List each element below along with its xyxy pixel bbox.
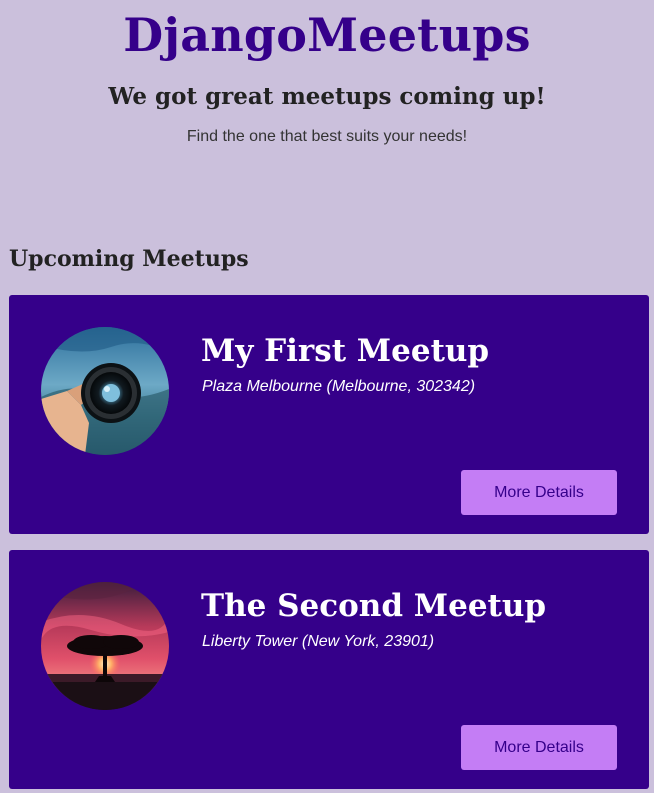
meetup-card: My First Meetup Plaza Melbourne (Melbour… [9,295,649,534]
more-details-button[interactable]: More Details [461,725,617,770]
sunset-tree-photo [41,582,169,710]
tagline: We got great meetups coming up! [108,83,546,110]
meetup-address: Liberty Tower (New York, 23901) [202,633,435,650]
camera-lens-photo [41,327,169,455]
site-title: DjangoMeetups [123,8,531,62]
meetup-image [41,582,169,710]
page: DjangoMeetups We got great meetups comin… [0,0,654,793]
meetup-address: Plaza Melbourne (Melbourne, 302342) [202,378,476,395]
meetup-title: The Second Meetup [201,588,547,624]
meetup-card: The Second Meetup Liberty Tower (New Yor… [9,550,649,789]
subtitle: Find the one that best suits your needs! [186,128,468,145]
meetup-title: My First Meetup [201,333,490,369]
meetup-image [41,327,169,455]
section-heading: Upcoming Meetups [9,246,249,272]
more-details-button[interactable]: More Details [461,470,617,515]
